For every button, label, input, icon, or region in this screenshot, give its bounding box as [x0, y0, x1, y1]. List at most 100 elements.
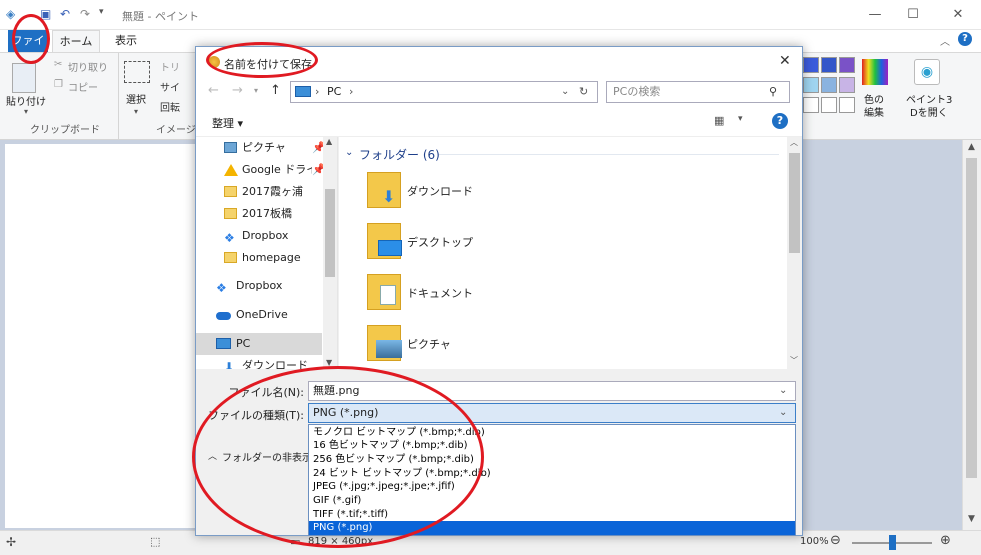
address-bar[interactable]: › PC › ⌄ ↻ — [290, 81, 598, 103]
redo-icon[interactable]: ↷ — [80, 7, 90, 21]
nav-item-dropbox-root[interactable]: ❖ Dropbox — [196, 275, 326, 297]
nav-item-folder[interactable]: 2017板橋 — [196, 203, 326, 225]
drawing-canvas[interactable] — [5, 144, 195, 528]
color-swatch[interactable] — [821, 97, 837, 113]
close-button[interactable]: ✕ — [935, 0, 981, 30]
paste-dropdown-icon[interactable]: ▾ — [24, 107, 28, 116]
organize-button[interactable]: 整理 ▾ — [212, 115, 243, 131]
nav-scroll-thumb[interactable] — [325, 189, 335, 277]
file-list-scrollbar[interactable]: ︿ ﹀ — [787, 137, 802, 369]
folder-label[interactable]: ダウンロード — [407, 183, 473, 199]
help-icon[interactable]: ? — [958, 32, 972, 46]
recent-locations-icon[interactable]: ▾ — [254, 86, 258, 95]
scroll-thumb[interactable] — [966, 158, 977, 478]
customize-qat-icon[interactable]: ▾ — [99, 7, 104, 17]
filetype-dropdown-icon[interactable]: ⌄ — [779, 404, 787, 422]
dialog-help-icon[interactable]: ? — [772, 113, 788, 129]
copy-icon: ❐ — [54, 79, 63, 90]
scroll-down-icon[interactable]: ▼ — [968, 514, 975, 524]
download-folder-icon[interactable]: ⬇ — [367, 172, 401, 208]
dialog-toolbar: 整理 ▾ ▦ ▾ ? — [196, 107, 802, 137]
copy-button[interactable]: コピー — [68, 79, 98, 94]
search-input[interactable]: PCの検索 ⚲ — [606, 81, 790, 103]
color-swatch[interactable] — [803, 77, 819, 93]
nav-item-dropbox[interactable]: ❖ Dropbox — [196, 225, 326, 247]
pc-icon — [216, 338, 231, 349]
nav-item-label: 2017板橋 — [242, 207, 292, 220]
nav-item-label: PC — [236, 337, 251, 350]
color-swatch[interactable] — [821, 57, 837, 73]
zoom-in-icon[interactable]: ⊕ — [940, 533, 951, 548]
forward-icon[interactable]: → — [232, 83, 243, 98]
desktop-folder-icon[interactable] — [367, 223, 402, 259]
nav-scroll-up-icon[interactable]: ▲ — [326, 137, 332, 146]
search-placeholder: PCの検索 — [613, 85, 661, 98]
paste-icon[interactable] — [12, 63, 36, 93]
cut-icon: ✂ — [54, 59, 63, 70]
list-scroll-up-icon[interactable]: ︿ — [790, 137, 798, 148]
color-swatch[interactable] — [839, 97, 855, 113]
pictures-icon — [224, 142, 237, 153]
maximize-button[interactable]: ☐ — [890, 0, 936, 30]
address-row: ← → ▾ ↑ › PC › ⌄ ↻ PCの検索 ⚲ — [196, 77, 802, 107]
tab-home[interactable]: ホーム — [52, 30, 100, 52]
paste-button[interactable]: 貼り付け — [6, 93, 46, 108]
pictures-folder-icon[interactable] — [367, 325, 402, 361]
folder-icon — [224, 208, 237, 219]
collapse-ribbon-icon[interactable]: ︿ — [940, 33, 950, 48]
group-header[interactable]: フォルダー (6) — [359, 146, 440, 163]
refresh-icon[interactable]: ↻ — [579, 83, 588, 101]
address-dropdown-icon[interactable]: ⌄ — [561, 83, 569, 101]
nav-item-label: Google ドライブ — [242, 163, 312, 176]
paint-app-icon: ◈ — [6, 7, 16, 21]
undo-icon[interactable]: ↶ — [60, 7, 70, 21]
nav-scrollbar[interactable]: ▲ ▼ — [323, 137, 337, 369]
nav-item-folder[interactable]: homepage — [196, 247, 326, 269]
list-scroll-thumb[interactable] — [789, 153, 800, 253]
collapse-group-icon[interactable]: ⌄ — [345, 147, 353, 158]
nav-item-downloads[interactable]: ⬇ ダウンロード — [196, 355, 326, 369]
paint3d-line2[interactable]: Dを開く — [910, 104, 948, 119]
cut-button[interactable]: 切り取り — [68, 59, 108, 74]
color-swatch[interactable] — [821, 77, 837, 93]
color-swatch[interactable] — [803, 57, 819, 73]
download-arrow-icon: ⬇ — [382, 187, 396, 206]
select-button[interactable]: 選択 — [126, 91, 146, 106]
folder-label[interactable]: デスクトップ — [407, 234, 473, 250]
paint3d-icon[interactable]: ◉ — [914, 59, 940, 85]
resize-button[interactable]: サイ — [160, 79, 180, 94]
color-picker-icon[interactable] — [862, 59, 888, 85]
view-options-icon[interactable]: ▦ — [714, 114, 724, 127]
scroll-up-icon[interactable]: ▲ — [968, 142, 975, 152]
folder-label[interactable]: ドキュメント — [407, 285, 473, 301]
select-icon[interactable] — [124, 61, 150, 83]
folder-label[interactable]: ピクチャ — [407, 336, 451, 352]
nav-item-google-drive[interactable]: Google ドライブ📌 — [196, 159, 326, 181]
tab-view[interactable]: 表示 — [104, 30, 148, 52]
list-scroll-down-icon[interactable]: ﹀ — [790, 355, 798, 366]
zoom-out-icon[interactable]: ⊖ — [830, 533, 841, 548]
zoom-slider-thumb[interactable] — [889, 535, 896, 550]
monitor-icon — [378, 240, 402, 256]
nav-item-onedrive[interactable]: OneDrive — [196, 304, 326, 326]
crop-button[interactable]: トリ — [160, 59, 180, 74]
documents-folder-icon[interactable] — [367, 274, 401, 310]
nav-item-folder[interactable]: 2017霞ヶ浦 — [196, 181, 326, 203]
edit-colors-line2[interactable]: 編集 — [864, 104, 884, 119]
select-dropdown-icon[interactable]: ▾ — [134, 107, 138, 116]
nav-item-pc[interactable]: PC — [196, 333, 322, 355]
color-swatch[interactable] — [803, 97, 819, 113]
back-icon[interactable]: ← — [208, 83, 219, 98]
breadcrumb-pc[interactable]: PC — [327, 83, 341, 101]
up-icon[interactable]: ↑ — [270, 83, 281, 98]
rotate-button[interactable]: 回転 — [160, 99, 180, 114]
annotation-ellipse — [12, 14, 50, 64]
filename-dropdown-icon[interactable]: ⌄ — [779, 382, 787, 400]
canvas-scrollbar[interactable]: ▲ ▼ — [962, 140, 981, 530]
color-swatch[interactable] — [839, 57, 855, 73]
nav-item-pictures[interactable]: ピクチャ 📌 — [196, 137, 326, 159]
color-swatch[interactable] — [839, 77, 855, 93]
view-dropdown-icon[interactable]: ▾ — [738, 114, 743, 124]
onedrive-icon — [216, 312, 231, 320]
dialog-close-button[interactable]: ✕ — [779, 53, 791, 69]
